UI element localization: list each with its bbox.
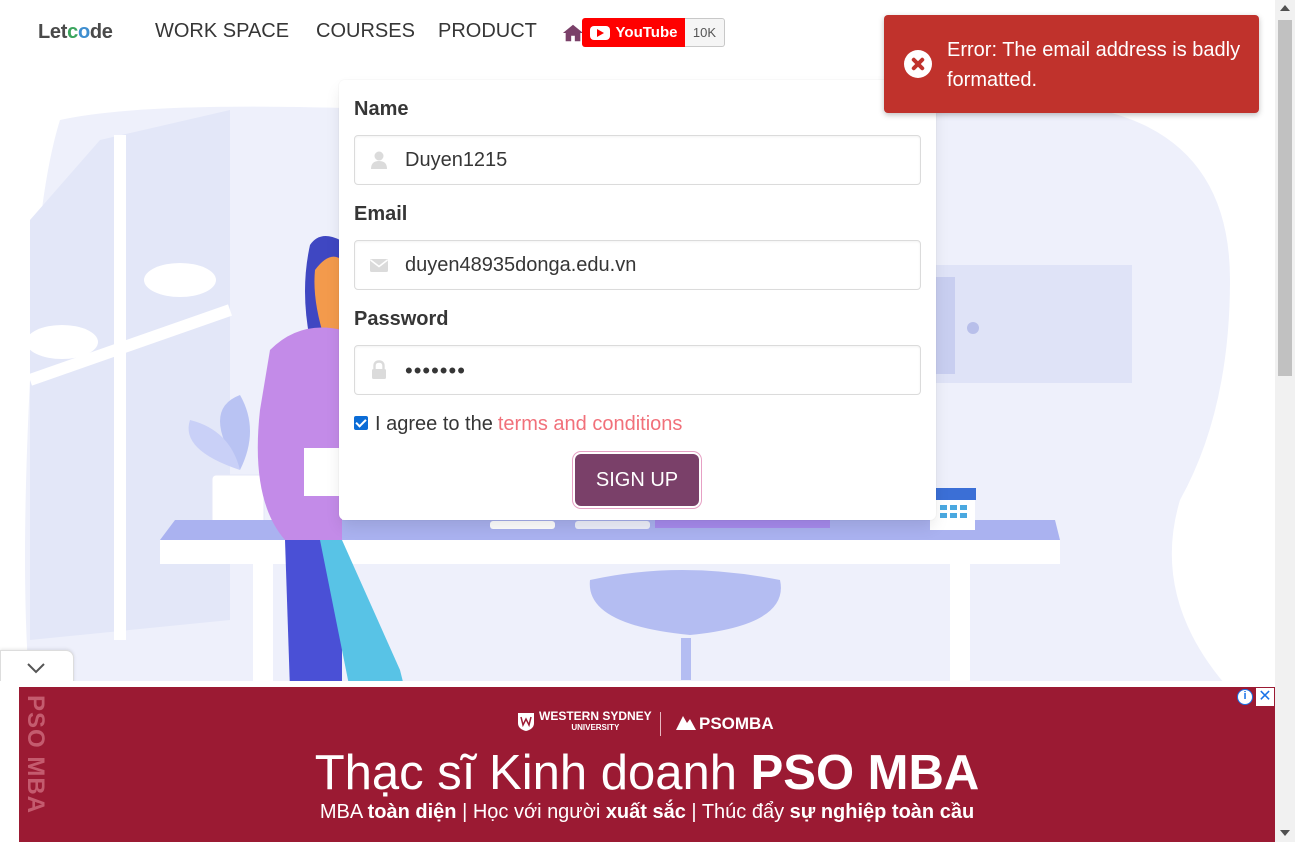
logo-text-1: Let	[38, 21, 68, 43]
user-icon	[371, 151, 387, 169]
envelope-icon	[370, 259, 388, 272]
scroll-down-arrow-icon[interactable]	[1280, 830, 1290, 836]
ad-close-icon[interactable]: ✕	[1256, 688, 1274, 706]
wsu-brand: WESTERN SYDNEY UNIVERSITY	[539, 709, 652, 733]
youtube-play-icon	[589, 25, 610, 40]
headline-bold-text: PSO MBA	[750, 746, 980, 800]
ad-info-icon[interactable]: i	[1237, 689, 1253, 705]
nav-courses[interactable]: COURSES	[316, 20, 415, 43]
error-toast[interactable]: Error: The email address is badly format…	[884, 15, 1259, 113]
agree-checkbox[interactable]	[354, 416, 368, 430]
pso-mountain-icon	[676, 716, 696, 730]
logo-text-2: c	[67, 21, 78, 43]
email-field[interactable]	[354, 240, 921, 290]
tagline-part: | Thúc đẩy	[685, 801, 790, 823]
headline-text: Thạc sĩ Kinh doanh	[314, 746, 751, 800]
wsu-name: WESTERN SYDNEY	[539, 709, 652, 723]
vertical-scrollbar[interactable]	[1275, 0, 1295, 842]
ad-headline: Thạc sĩ Kinh doanh PSO MBA	[19, 743, 1275, 803]
ad-banner[interactable]: PSO MBA WESTERN SYDNEY UNIVERSITY PSOMBA…	[19, 687, 1275, 842]
password-input[interactable]: •••••••	[405, 358, 466, 384]
ad-tagline: MBA toàn diện | Học với người xuất sắc |…	[19, 801, 1275, 824]
name-input[interactable]	[405, 136, 905, 184]
pso-brand: PSOMBA	[699, 714, 774, 733]
tagline-part: MBA	[319, 801, 368, 823]
letcode-logo[interactable]: Letcode	[38, 21, 113, 44]
signup-button[interactable]: SIGN UP	[575, 454, 699, 506]
email-label: Email	[354, 203, 408, 225]
email-input[interactable]	[405, 241, 905, 289]
password-label: Password	[354, 308, 449, 330]
logo-text-4: de	[89, 21, 113, 43]
error-message: Error: The email address is badly format…	[947, 39, 1241, 91]
youtube-label: YouTube	[615, 24, 678, 41]
wsu-university: UNIVERSITY	[571, 723, 620, 732]
tagline-part: | Học với người	[456, 801, 606, 823]
youtube-subscribe-button[interactable]: YouTube	[582, 18, 685, 47]
chevron-down-icon	[27, 663, 45, 674]
signup-form-card: Name Email Password ••••••• I agree to t…	[339, 80, 936, 520]
agree-text: I agree to the	[375, 413, 493, 435]
error-circle-icon	[904, 50, 932, 78]
name-label: Name	[354, 98, 409, 120]
nav-product[interactable]: PRODUCT	[438, 20, 537, 43]
tagline-bold-part: sự nghiệp toàn cầu	[789, 801, 975, 823]
nav-work-space[interactable]: WORK SPACE	[155, 20, 289, 43]
youtube-subscriber-count: 10K	[685, 18, 725, 47]
logo-text-3: o	[77, 21, 90, 43]
tagline-bold-part: xuất sắc	[605, 801, 686, 823]
name-field[interactable]	[354, 135, 921, 185]
brand-separator	[660, 712, 661, 736]
home-icon[interactable]	[562, 22, 584, 44]
scroll-up-arrow-icon[interactable]	[1280, 5, 1290, 11]
terms-agreement: I agree to the terms and conditions	[354, 413, 682, 436]
terms-link[interactable]: terms and conditions	[498, 413, 683, 436]
password-field[interactable]: •••••••	[354, 345, 921, 395]
scrollbar-thumb[interactable]	[1278, 20, 1292, 376]
wsu-shield-icon	[518, 713, 534, 731]
tagline-bold-part: toàn diện	[367, 801, 457, 823]
lock-icon	[372, 360, 386, 379]
ad-collapse-tab[interactable]	[0, 650, 74, 684]
